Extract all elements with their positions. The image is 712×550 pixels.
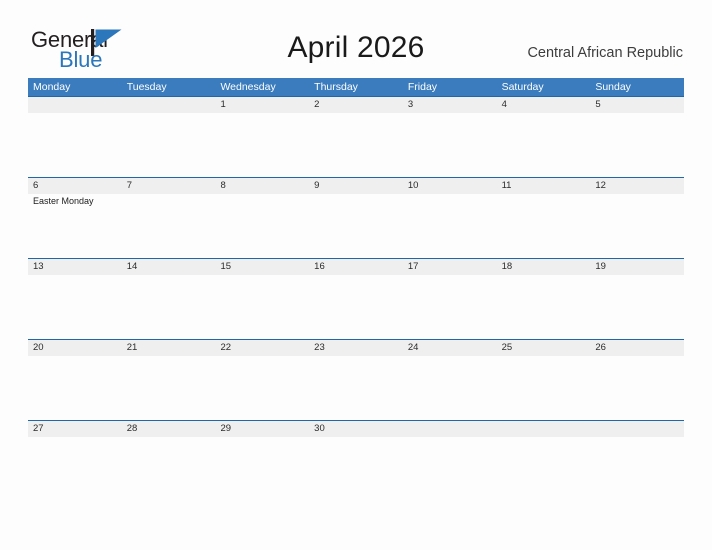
day-number: 25 [501,342,513,353]
day-cell[interactable]: 30 [309,421,403,502]
day-cell[interactable]: 24 [403,340,497,421]
day-number: 30 [314,423,325,434]
day-number: 28 [126,423,138,434]
day-number: 14 [126,261,138,272]
day-cell[interactable]: 27 [28,421,122,502]
calendar-week-row: 20 21 22 23 24 25 26 [28,339,684,420]
day-cell[interactable]: 19 [590,259,684,340]
day-number: 29 [220,423,232,434]
day-cell[interactable] [28,97,122,178]
day-cell[interactable]: 5 [590,97,684,178]
country-label: Central African Republic [527,45,683,61]
day-cell[interactable]: 22 [215,340,309,421]
weekday-header-sunday: Sunday [595,81,631,93]
day-number: 4 [501,99,507,110]
weekday-header-monday: Monday [33,81,71,93]
calendar-week-row: 27 28 29 30 [28,420,684,501]
day-number: 5 [595,99,601,110]
day-cell[interactable]: 15 [215,259,309,340]
day-number: 21 [126,342,138,353]
day-number: 18 [501,261,513,272]
day-cell[interactable] [590,421,684,502]
day-number: 3 [407,99,414,110]
day-number: 13 [33,261,44,272]
day-number: 8 [220,180,226,191]
weekday-header-row: Monday Tuesday Wednesday Thursday Friday… [28,78,684,96]
day-event: Easter Monday [33,196,94,206]
day-cell[interactable] [403,421,497,502]
day-number: 17 [407,261,419,272]
weekday-header-thursday: Thursday [314,81,358,93]
day-cell[interactable]: 12 [590,178,684,259]
day-cell[interactable]: 4 [497,97,591,178]
day-number: 7 [126,180,133,191]
day-number: 16 [314,261,325,272]
page-header: General Blue April 2026 Central African … [0,0,712,78]
day-cell[interactable]: 2 [309,97,403,178]
day-number: 27 [33,423,44,434]
day-cell[interactable]: 29 [215,421,309,502]
day-cell[interactable]: 11 [497,178,591,259]
day-cell[interactable]: 26 [590,340,684,421]
day-cell[interactable]: 18 [497,259,591,340]
day-cell[interactable]: 10 [403,178,497,259]
day-cell[interactable]: 16 [309,259,403,340]
day-cell[interactable]: 14 [122,259,216,340]
day-cell[interactable]: 7 [122,178,216,259]
day-number: 22 [220,342,232,353]
day-number: 24 [407,342,419,353]
day-number: 20 [33,342,44,353]
day-number: 10 [407,180,419,191]
calendar-week-row: 13 14 15 16 17 18 19 [28,258,684,339]
day-number: 11 [501,180,512,191]
calendar-grid: Monday Tuesday Wednesday Thursday Friday… [28,78,684,501]
weekday-header-friday: Friday [407,81,438,93]
day-cell[interactable] [497,421,591,502]
day-number: 6 [33,180,39,191]
day-cell[interactable]: 23 [309,340,403,421]
day-cell[interactable]: 25 [497,340,591,421]
day-cell[interactable]: 28 [122,421,216,502]
day-number: 12 [595,180,606,191]
day-cell[interactable] [122,97,216,178]
day-cell[interactable]: 21 [122,340,216,421]
weekday-header-wednesday: Wednesday [220,81,276,93]
day-cell[interactable]: 1 [215,97,309,178]
day-number: 19 [595,261,606,272]
weekday-header-tuesday: Tuesday [126,81,167,93]
day-number: 1 [220,99,226,110]
day-cell[interactable]: 6 Easter Monday [28,178,122,259]
day-number: 9 [314,180,320,191]
calendar-week-row: 1 2 3 4 5 [28,96,684,177]
day-number: 26 [595,342,606,353]
day-number: 2 [314,99,320,110]
calendar-week-row: 6 Easter Monday 7 8 9 10 11 12 [28,177,684,258]
day-cell[interactable]: 17 [403,259,497,340]
weekday-header-saturday: Saturday [501,81,544,93]
day-cell[interactable]: 3 [403,97,497,178]
day-number: 15 [220,261,232,272]
day-cell[interactable]: 20 [28,340,122,421]
day-cell[interactable]: 13 [28,259,122,340]
day-cell[interactable]: 8 [215,178,309,259]
day-cell[interactable]: 9 [309,178,403,259]
day-number: 23 [314,342,325,353]
